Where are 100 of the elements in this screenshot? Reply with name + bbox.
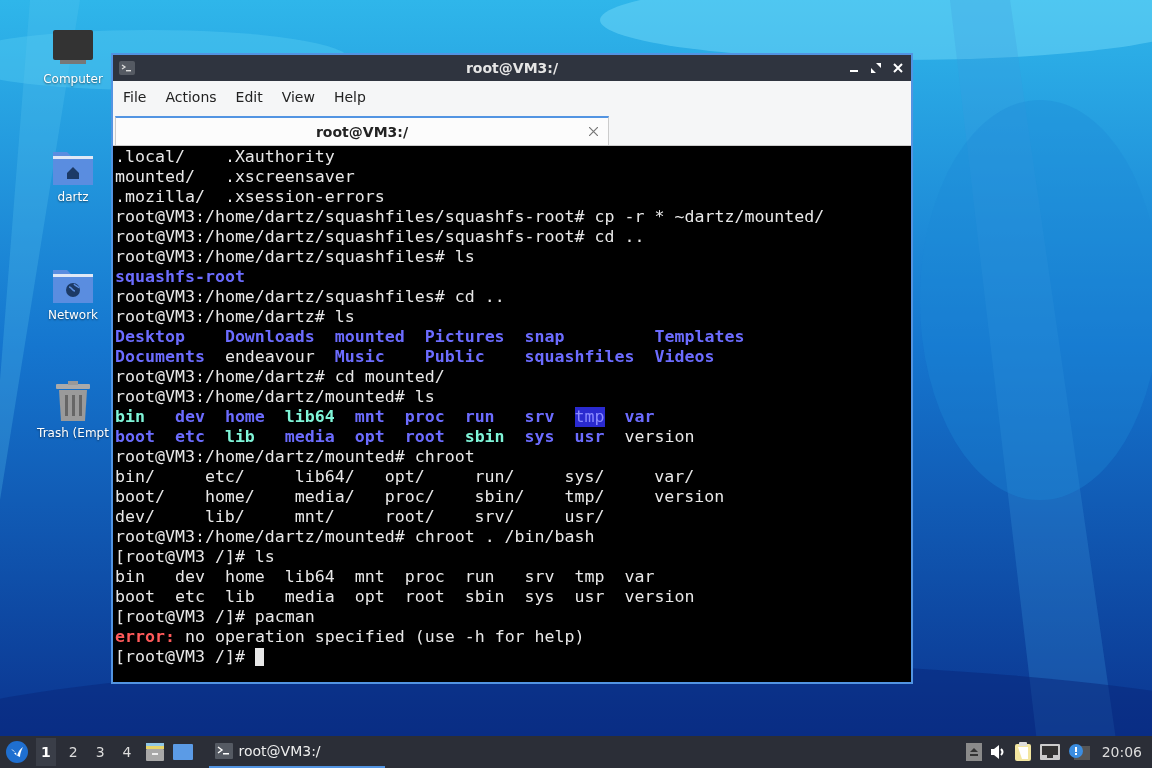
terminal-text: proc [404,567,445,587]
terminal-text: media [284,587,335,607]
desktop-icon-label[interactable]: Trash (Empt [37,426,109,440]
terminal-text: root [404,587,445,607]
terminal-text: sbin/ [474,487,526,507]
directory-name: Documents [115,347,205,367]
terminal-text: etc/ [204,467,246,487]
terminal-text: run/ [474,467,516,487]
terminal-text: sys [524,587,555,607]
terminal-text: tmp/ [564,487,606,507]
menu-item[interactable]: Edit [229,87,269,107]
maximize-icon[interactable] [871,63,881,73]
directory-name: Public [424,347,486,367]
terminal-text: usr [574,587,605,607]
terminal-text: [root@VM3 /]# [115,647,246,667]
terminal-text: endeavour [224,347,315,367]
notification-icon[interactable] [1067,743,1090,761]
directory-name: var [624,407,656,427]
terminal-text: bin [115,567,146,587]
clock[interactable]: 20:06 [1101,744,1142,760]
terminal-text: root@VM3:/home/dartz# ls [115,307,355,327]
directory-name: Downloads [224,327,315,347]
directory-name: srv [524,407,555,427]
directory-name: Desktop [115,327,186,347]
workspace-button[interactable]: 4 [117,738,137,766]
terminal-text: lib/ [204,507,246,527]
clipboard-icon[interactable] [1013,742,1032,762]
terminal-text: root@VM3:/home/dartz/mounted# chroot [115,447,475,467]
directory-name: sys [524,427,555,447]
terminal-text: .local/ [115,147,186,167]
terminal-text: lib64 [284,567,335,587]
desktop-icon[interactable] [172,744,193,760]
terminal-text: srv/ [474,507,516,527]
tab-title: root@VM3:/ [315,123,409,140]
terminal-text: lib [224,587,256,607]
terminal-tab[interactable]: root@VM3:/ [115,116,609,145]
terminal-text: mnt/ [294,507,336,527]
eject-icon[interactable] [965,743,982,761]
directory-name: Pictures [424,327,505,347]
terminal-text: version [624,427,695,447]
menu-item[interactable]: View [275,87,321,107]
directory-name: Music [334,347,386,367]
directory-name: mnt [354,407,385,427]
terminal-text: mounted/ [115,167,196,187]
workspace-button[interactable]: 1 [36,738,56,766]
terminal-text: opt [354,587,385,607]
file-cabinet-icon[interactable] [144,742,165,762]
terminal-text: dev/ [115,507,156,527]
terminal-text: version [654,487,725,507]
terminal-text: dev [174,567,205,587]
terminal-text: root@VM3:/home/dartz/squashfiles/squashfs-root# cd .. [115,227,645,247]
terminal-text: sbin [464,587,505,607]
terminal-text: var [624,567,656,587]
terminal-text: boot/ [115,487,166,507]
terminal-text: run [464,567,496,587]
terminal-text: proc/ [384,487,436,507]
trash-icon[interactable] [54,380,92,422]
bird-logo-icon[interactable] [6,741,28,763]
network-icon[interactable] [1039,744,1060,760]
terminal-text: root/ [384,507,436,527]
directory-name: opt [354,427,385,447]
terminal-text: sys/ [564,467,606,487]
directory-name: media [284,427,335,447]
menu-item[interactable]: Actions [159,87,223,107]
directory-name: root [404,427,445,447]
terminal-text: usr/ [564,507,606,527]
link-name: bin [115,407,146,427]
desktop-icon-label[interactable]: Network [47,308,99,322]
directory-name: dev [174,407,205,427]
task-button[interactable]: root@VM3:/ [208,736,385,768]
terminal-text: opt/ [384,467,426,487]
menu-item[interactable]: File [117,87,153,107]
directory-name: usr [574,427,605,447]
volume-icon[interactable] [989,744,1006,760]
directory-name: squashfs-root [115,267,245,287]
workspace-button[interactable]: 3 [90,738,110,766]
terminal-text: mnt [354,567,385,587]
terminal-text: lib64/ [294,467,356,487]
terminal-icon [214,743,233,759]
terminal-text: .xsession-errors [224,187,385,207]
terminal-text: root@VM3:/home/dartz# cd mounted/ [115,367,445,387]
terminal-text: .Xauthority [224,147,336,167]
terminal-text: root@VM3:/home/dartz/mounted# chroot . /bin/bash [115,527,595,547]
terminal-text: boot [115,587,155,607]
terminal-text: home/ [204,487,256,507]
terminal-text: .xscreensaver [224,167,356,187]
directory-name: Templates [654,327,745,347]
terminal-text: version [624,587,695,607]
link-name: lib64 [284,407,335,427]
workspace-button[interactable]: 2 [63,738,83,766]
terminal-text: bin/ [115,467,156,487]
terminal-text: root@VM3:/home/dartz/squashfiles# cd .. [115,287,505,307]
directory-name: home [224,407,265,427]
error-label: error: [115,627,175,647]
directory-name: etc [174,427,205,447]
directory-name: snap [524,327,566,347]
menu-item[interactable]: Help [327,87,372,107]
terminal-text: .mozilla/ [115,187,205,207]
link-name: sbin [464,427,505,447]
directory-name: Videos [654,347,716,367]
